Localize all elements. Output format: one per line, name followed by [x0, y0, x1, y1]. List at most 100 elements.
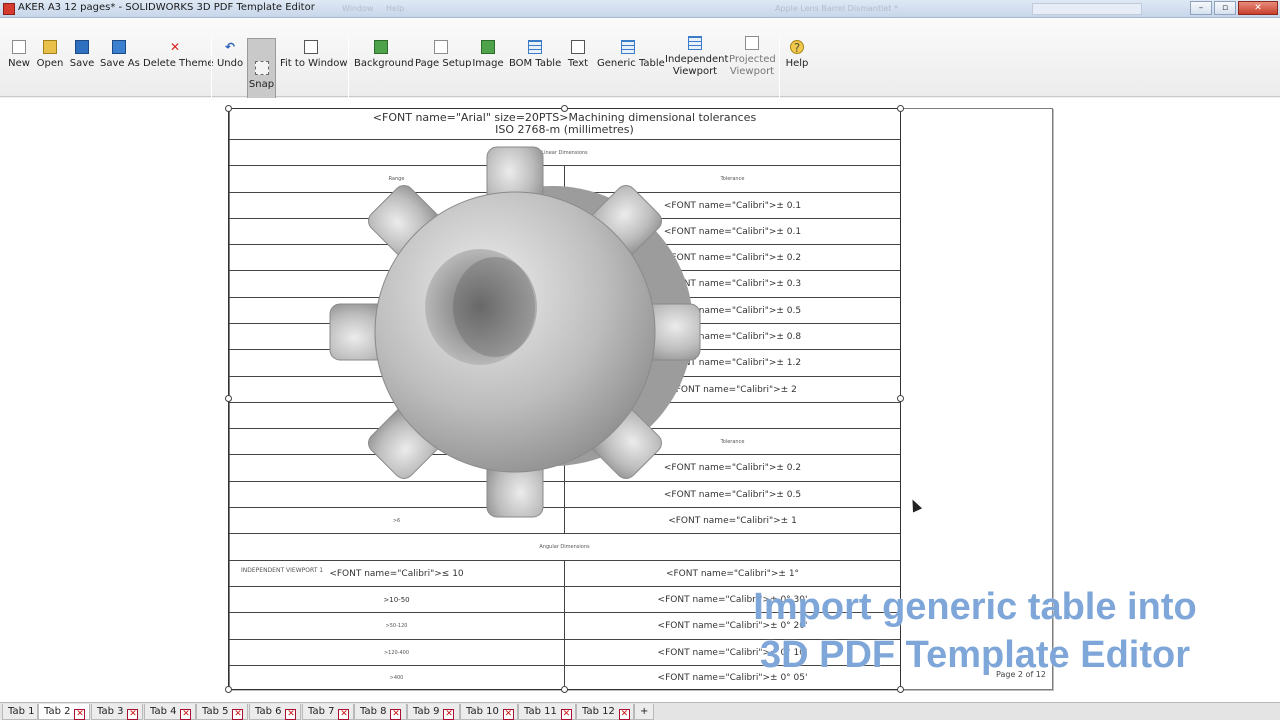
resize-handle[interactable]: [225, 686, 232, 693]
tab-2[interactable]: Tab 2 ✕: [38, 704, 90, 720]
fit-to-window-label: Fit to Window: [280, 58, 348, 69]
image-icon: [481, 40, 495, 54]
generic-table-label: Generic Table: [597, 58, 665, 69]
tab-11[interactable]: Tab 11 ✕: [518, 704, 576, 720]
tab-label: Tab 7: [308, 706, 335, 717]
resize-handle[interactable]: [225, 395, 232, 402]
toolbar: New Open Save Save As ✕ Delete Theme ↶ U…: [0, 18, 1280, 111]
tab-3[interactable]: Tab 3 ✕: [91, 704, 143, 720]
save-disk-icon: [75, 40, 89, 54]
tab-label: Tab 3: [97, 706, 124, 717]
minimize-button[interactable]: –: [1190, 1, 1212, 15]
tab-6[interactable]: Tab 6 ✕: [249, 704, 301, 720]
close-tab-icon[interactable]: ✕: [232, 709, 244, 720]
maximize-button[interactable]: ▫: [1214, 1, 1236, 15]
text-icon: [571, 40, 585, 54]
generic-table-icon: [621, 40, 635, 54]
gear-icon: [329, 146, 701, 518]
close-tab-icon[interactable]: ✕: [180, 709, 192, 720]
title-search-field[interactable]: [1032, 3, 1142, 15]
close-tab-icon[interactable]: ✕: [560, 709, 572, 720]
delete-theme-button[interactable]: ✕ Delete Theme: [143, 40, 214, 90]
tab-1[interactable]: Tab 1: [2, 704, 38, 720]
app-icon: [3, 3, 15, 15]
bom-table-label: BOM Table: [509, 58, 562, 69]
close-tab-icon[interactable]: ✕: [285, 709, 297, 720]
save-button[interactable]: Save: [69, 40, 95, 90]
close-tab-icon[interactable]: ✕: [127, 709, 139, 720]
range-cell: <FONT name="Calibri">≤ 10: [229, 561, 565, 586]
independent-viewport-icon: [688, 36, 702, 50]
projected-viewport-icon: [745, 36, 759, 50]
close-tab-icon[interactable]: ✕: [74, 709, 86, 720]
tab-5[interactable]: Tab 5 ✕: [196, 704, 248, 720]
delete-x-icon: ✕: [169, 40, 181, 54]
table-title-line-2: ISO 2768-m (millimetres): [495, 123, 634, 136]
image-button[interactable]: Image: [472, 40, 504, 90]
open-label: Open: [36, 58, 64, 69]
faint-menu-help: Help: [386, 4, 405, 13]
page-setup-button[interactable]: Page Setup: [415, 40, 472, 90]
bom-table-button[interactable]: BOM Table: [509, 40, 561, 90]
tab-4[interactable]: Tab 4 ✕: [144, 704, 196, 720]
resize-handle[interactable]: [225, 105, 232, 112]
open-folder-icon: [43, 40, 57, 54]
tab-label: Tab 11: [524, 706, 557, 717]
add-tab-button[interactable]: +: [634, 704, 654, 720]
background-button[interactable]: Background: [354, 40, 414, 90]
range-cell: >120-400: [229, 640, 565, 665]
tab-label: Tab 8: [360, 706, 387, 717]
text-label: Text: [567, 58, 589, 69]
generic-table-button[interactable]: Generic Table: [597, 40, 665, 90]
tab-label: Tab 5: [202, 706, 229, 717]
tab-7[interactable]: Tab 7 ✕: [302, 704, 354, 720]
page-setup-label: Page Setup: [415, 58, 472, 69]
new-button[interactable]: New: [6, 40, 32, 90]
range-cell: >10-50: [229, 587, 565, 612]
open-button[interactable]: Open: [36, 40, 64, 90]
help-button[interactable]: ? Help: [785, 40, 809, 90]
new-label: New: [8, 58, 30, 69]
image-label: Image: [472, 58, 504, 69]
fit-to-window-button[interactable]: Fit to Window: [280, 40, 348, 90]
tab-label: Tab 6: [255, 706, 282, 717]
table-title: <FONT name="Arial" size=20PTS>Machining …: [229, 109, 900, 139]
save-as-label: Save As: [100, 58, 140, 69]
save-as-icon: [112, 40, 126, 54]
background-icon: [374, 40, 388, 54]
section-label-angular: Angular Dimensions: [539, 544, 590, 550]
new-document-icon: [12, 40, 26, 54]
independent-viewport-label-2: Viewport: [672, 66, 718, 77]
faint-menu-window: Window: [342, 4, 374, 13]
resize-handle[interactable]: [561, 686, 568, 693]
save-as-button[interactable]: Save As: [100, 40, 140, 90]
close-tab-icon[interactable]: ✕: [443, 709, 455, 720]
tab-10[interactable]: Tab 10 ✕: [460, 704, 518, 720]
resize-handle[interactable]: [897, 105, 904, 112]
resize-handle[interactable]: [561, 105, 568, 112]
tab-label: Tab 4: [150, 706, 177, 717]
text-button[interactable]: Text: [566, 40, 590, 90]
close-window-button[interactable]: ✕: [1238, 1, 1278, 15]
add-tab-label: +: [640, 706, 649, 717]
faint-document-title: Apple Lens Barrel Dismantlet *: [775, 4, 898, 13]
close-tab-icon[interactable]: ✕: [390, 709, 402, 720]
projected-viewport-button[interactable]: Projected Viewport: [729, 36, 776, 86]
tab-8[interactable]: Tab 8 ✕: [354, 704, 407, 720]
close-tab-icon[interactable]: ✕: [618, 709, 630, 720]
close-tab-icon[interactable]: ✕: [502, 709, 514, 720]
save-label: Save: [69, 58, 95, 69]
tab-label: Tab 12: [582, 706, 615, 717]
independent-viewport-button[interactable]: Independent Viewport: [665, 36, 729, 86]
independent-viewport-label-1: Independent: [665, 54, 729, 65]
tab-label: Tab 1: [8, 706, 35, 717]
undo-button[interactable]: ↶ Undo: [216, 40, 244, 90]
range-cell: >400: [229, 666, 565, 689]
tab-label: Tab 2: [44, 706, 71, 717]
tab-9[interactable]: Tab 9 ✕: [407, 704, 460, 720]
resize-handle[interactable]: [897, 686, 904, 693]
tab-12[interactable]: Tab 12 ✕: [576, 704, 634, 720]
close-tab-icon[interactable]: ✕: [338, 709, 350, 720]
resize-handle[interactable]: [897, 395, 904, 402]
delete-theme-label: Delete Theme: [143, 58, 214, 69]
